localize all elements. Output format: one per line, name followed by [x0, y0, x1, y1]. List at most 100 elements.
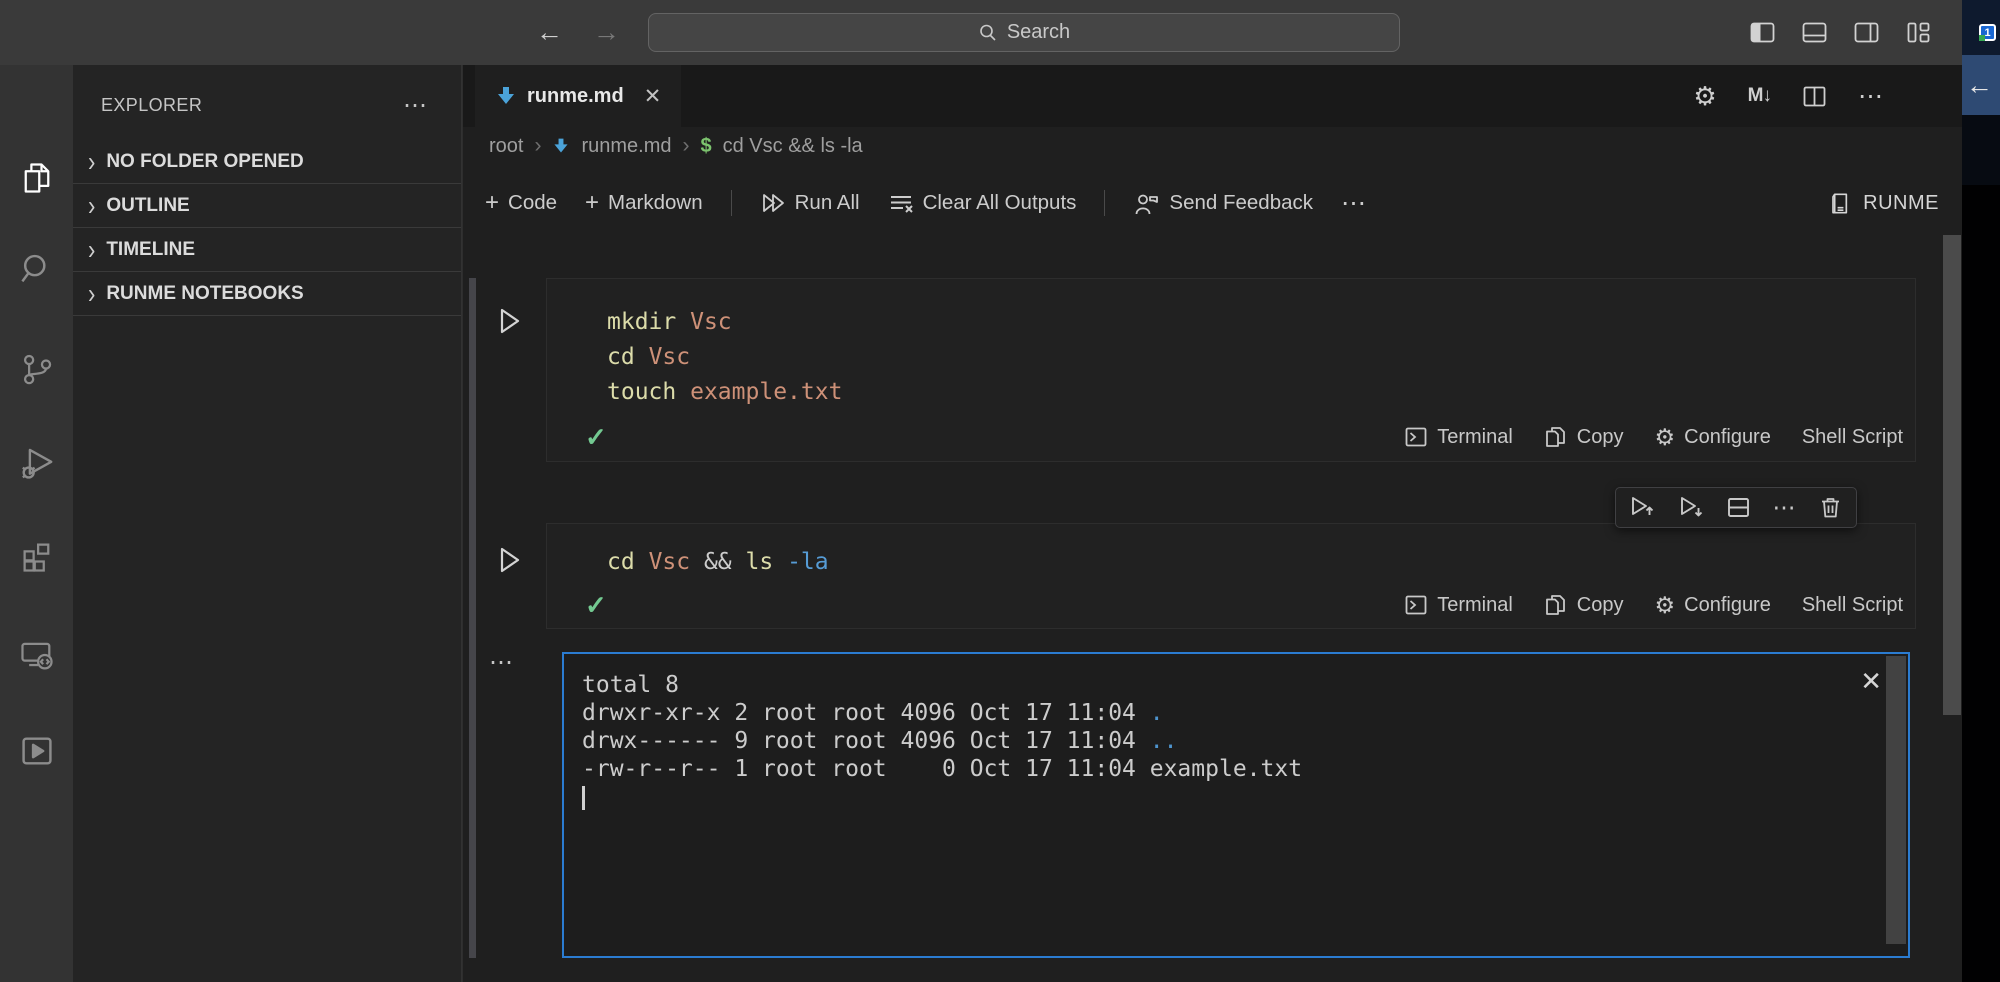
add-markdown-cell-button[interactable]: + Markdown — [585, 189, 703, 217]
editor-scrollbar[interactable] — [1943, 235, 1961, 715]
run-all-button[interactable]: Run All — [760, 190, 860, 216]
cell-code-editor[interactable]: cd Vsc && ls -la — [547, 524, 1915, 580]
explorer-icon[interactable] — [0, 150, 73, 206]
configure-button[interactable]: ⚙ Configure — [1655, 592, 1771, 619]
run-cell-button[interactable] — [494, 306, 524, 336]
breadcrumb-command[interactable]: cd Vsc && ls -la — [723, 135, 863, 158]
language-picker-shell-script[interactable]: Shell Script — [1802, 594, 1903, 617]
add-code-cell-button[interactable]: + Code — [485, 189, 557, 217]
editor-more-actions-icon[interactable]: ⋯ — [1858, 81, 1885, 111]
notebook-settings-gear-icon[interactable]: ⚙ — [1693, 81, 1716, 112]
background-window-toolbar: ← — [1962, 55, 2000, 115]
copy-icon — [1544, 593, 1568, 617]
section-label: OUTLINE — [106, 195, 189, 217]
tab-label: runme.md — [527, 85, 624, 108]
command-center-search[interactable]: Search — [648, 13, 1400, 52]
runme-file-icon — [552, 137, 570, 155]
back-arrow-icon[interactable]: ← — [1966, 70, 1993, 101]
breadcrumb-separator: › — [683, 134, 690, 158]
cell-hover-toolbar: ⋯ — [1615, 487, 1857, 528]
terminal-cursor — [582, 786, 585, 810]
breadcrumb-root[interactable]: root — [489, 135, 523, 158]
copy-icon — [1544, 425, 1568, 449]
tab-close-icon[interactable]: ✕ — [644, 84, 662, 109]
search-label: Search — [1007, 21, 1070, 44]
feedback-person-icon — [1133, 190, 1160, 217]
runme-brand: RUNME — [1828, 191, 1939, 216]
clear-outputs-icon — [888, 190, 914, 216]
breadcrumb: root › runme.md › $ cd Vsc && ls -la — [463, 127, 1963, 165]
terminal-button[interactable]: Terminal — [1404, 425, 1513, 449]
notebook-toolbar: + Code + Markdown Run All — [463, 178, 1963, 228]
toolbar-more-actions-icon[interactable]: ⋯ — [1341, 188, 1368, 218]
clear-all-outputs-button[interactable]: Clear All Outputs — [888, 190, 1077, 216]
language-picker-shell-script[interactable]: Shell Script — [1802, 426, 1903, 449]
toggle-panel-icon[interactable] — [1801, 19, 1828, 46]
runme-file-icon — [495, 85, 517, 107]
background-window-strip[interactable]: 1 ← — [1962, 0, 2000, 982]
runme-brand-label: RUNME — [1863, 192, 1939, 215]
runme-brand-icon — [1828, 191, 1853, 216]
breadcrumb-prompt: $ — [701, 135, 712, 158]
section-label: TIMELINE — [106, 239, 195, 261]
copy-button[interactable]: Copy — [1544, 593, 1624, 617]
plus-icon: + — [585, 189, 599, 217]
history-back-icon[interactable]: ← — [536, 17, 563, 48]
run-debug-icon[interactable] — [0, 435, 73, 491]
activity-bar — [0, 65, 73, 982]
toggle-sidebar-icon[interactable] — [1749, 19, 1776, 46]
extensions-icon[interactable] — [0, 529, 73, 585]
sidebar-explorer: EXPLORER ⋯ › NO FOLDER OPENED › OUTLINE … — [73, 65, 462, 982]
remote-explorer-icon[interactable] — [0, 627, 73, 683]
run-cells-below-icon[interactable] — [1678, 494, 1705, 521]
sidebar-item-timeline[interactable]: › TIMELINE — [73, 228, 461, 272]
breadcrumb-file[interactable]: runme.md — [581, 135, 671, 158]
output-more-actions-icon[interactable]: ⋯ — [489, 648, 515, 677]
send-feedback-button[interactable]: Send Feedback — [1133, 190, 1313, 217]
markdown-preview-icon[interactable]: M↓ — [1748, 85, 1771, 107]
chevron-right-icon: › — [88, 189, 95, 222]
toggle-secondary-sidebar-icon[interactable] — [1853, 19, 1880, 46]
sidebar-more-actions[interactable]: ⋯ — [403, 85, 429, 125]
tab-strip: runme.md ✕ ⚙ M↓ ⋯ — [463, 65, 1963, 127]
output-scrollbar[interactable] — [1886, 656, 1906, 944]
background-window-body — [1962, 185, 2000, 982]
search-sidebar-icon[interactable] — [0, 241, 73, 297]
tab-runme-md[interactable]: runme.md ✕ — [475, 65, 681, 127]
split-cell-icon[interactable] — [1726, 495, 1751, 520]
vscode-window: ← → Search — [0, 0, 1962, 982]
source-control-icon[interactable] — [0, 341, 73, 397]
success-check-icon: ✓ — [585, 590, 607, 621]
runme-notebooks-icon[interactable] — [0, 723, 73, 779]
terminal-button[interactable]: Terminal — [1404, 593, 1513, 617]
gear-icon: ⚙ — [1655, 424, 1676, 451]
configure-button[interactable]: ⚙ Configure — [1655, 424, 1771, 451]
notebook-cells: mkdir Vsccd Vsctouch example.txt ✓ Termi… — [463, 240, 1963, 982]
cell-code-editor[interactable]: mkdir Vsccd Vsctouch example.txt — [547, 279, 1915, 410]
copy-button[interactable]: Copy — [1544, 425, 1624, 449]
code-cell: mkdir Vsccd Vsctouch example.txt ✓ Termi… — [546, 278, 1916, 462]
section-label: RUNME NOTEBOOKS — [106, 283, 303, 305]
run-cells-above-icon[interactable] — [1629, 494, 1656, 521]
delete-cell-icon[interactable] — [1818, 495, 1843, 520]
sidebar-item-outline[interactable]: › OUTLINE — [73, 184, 461, 228]
terminal-icon — [1404, 425, 1428, 449]
browser-tab-favicon: 1 — [1979, 24, 1996, 41]
split-editor-icon[interactable] — [1802, 84, 1827, 109]
success-check-icon: ✓ — [585, 422, 607, 453]
cell-more-actions-icon[interactable]: ⋯ — [1773, 494, 1797, 521]
run-all-icon — [760, 190, 786, 216]
history-forward-icon[interactable]: → — [593, 17, 620, 48]
cell-output-terminal[interactable]: total 8drwxr-xr-x 2 root root 4096 Oct 1… — [562, 652, 1910, 958]
toolbar-divider — [1104, 190, 1105, 216]
close-output-icon[interactable]: ✕ — [1860, 666, 1882, 697]
sidebar-item-no-folder-opened[interactable]: › NO FOLDER OPENED — [73, 140, 461, 184]
customize-layout-icon[interactable] — [1905, 19, 1932, 46]
terminal-icon — [1404, 593, 1428, 617]
chevron-right-icon: › — [88, 145, 95, 178]
gear-icon: ⚙ — [1655, 592, 1676, 619]
run-cell-button[interactable] — [494, 545, 524, 575]
cell-focus-bar — [469, 278, 476, 958]
output-text: total 8drwxr-xr-x 2 root root 4096 Oct 1… — [564, 654, 1908, 783]
sidebar-item-runme-notebooks[interactable]: › RUNME NOTEBOOKS — [73, 272, 461, 316]
